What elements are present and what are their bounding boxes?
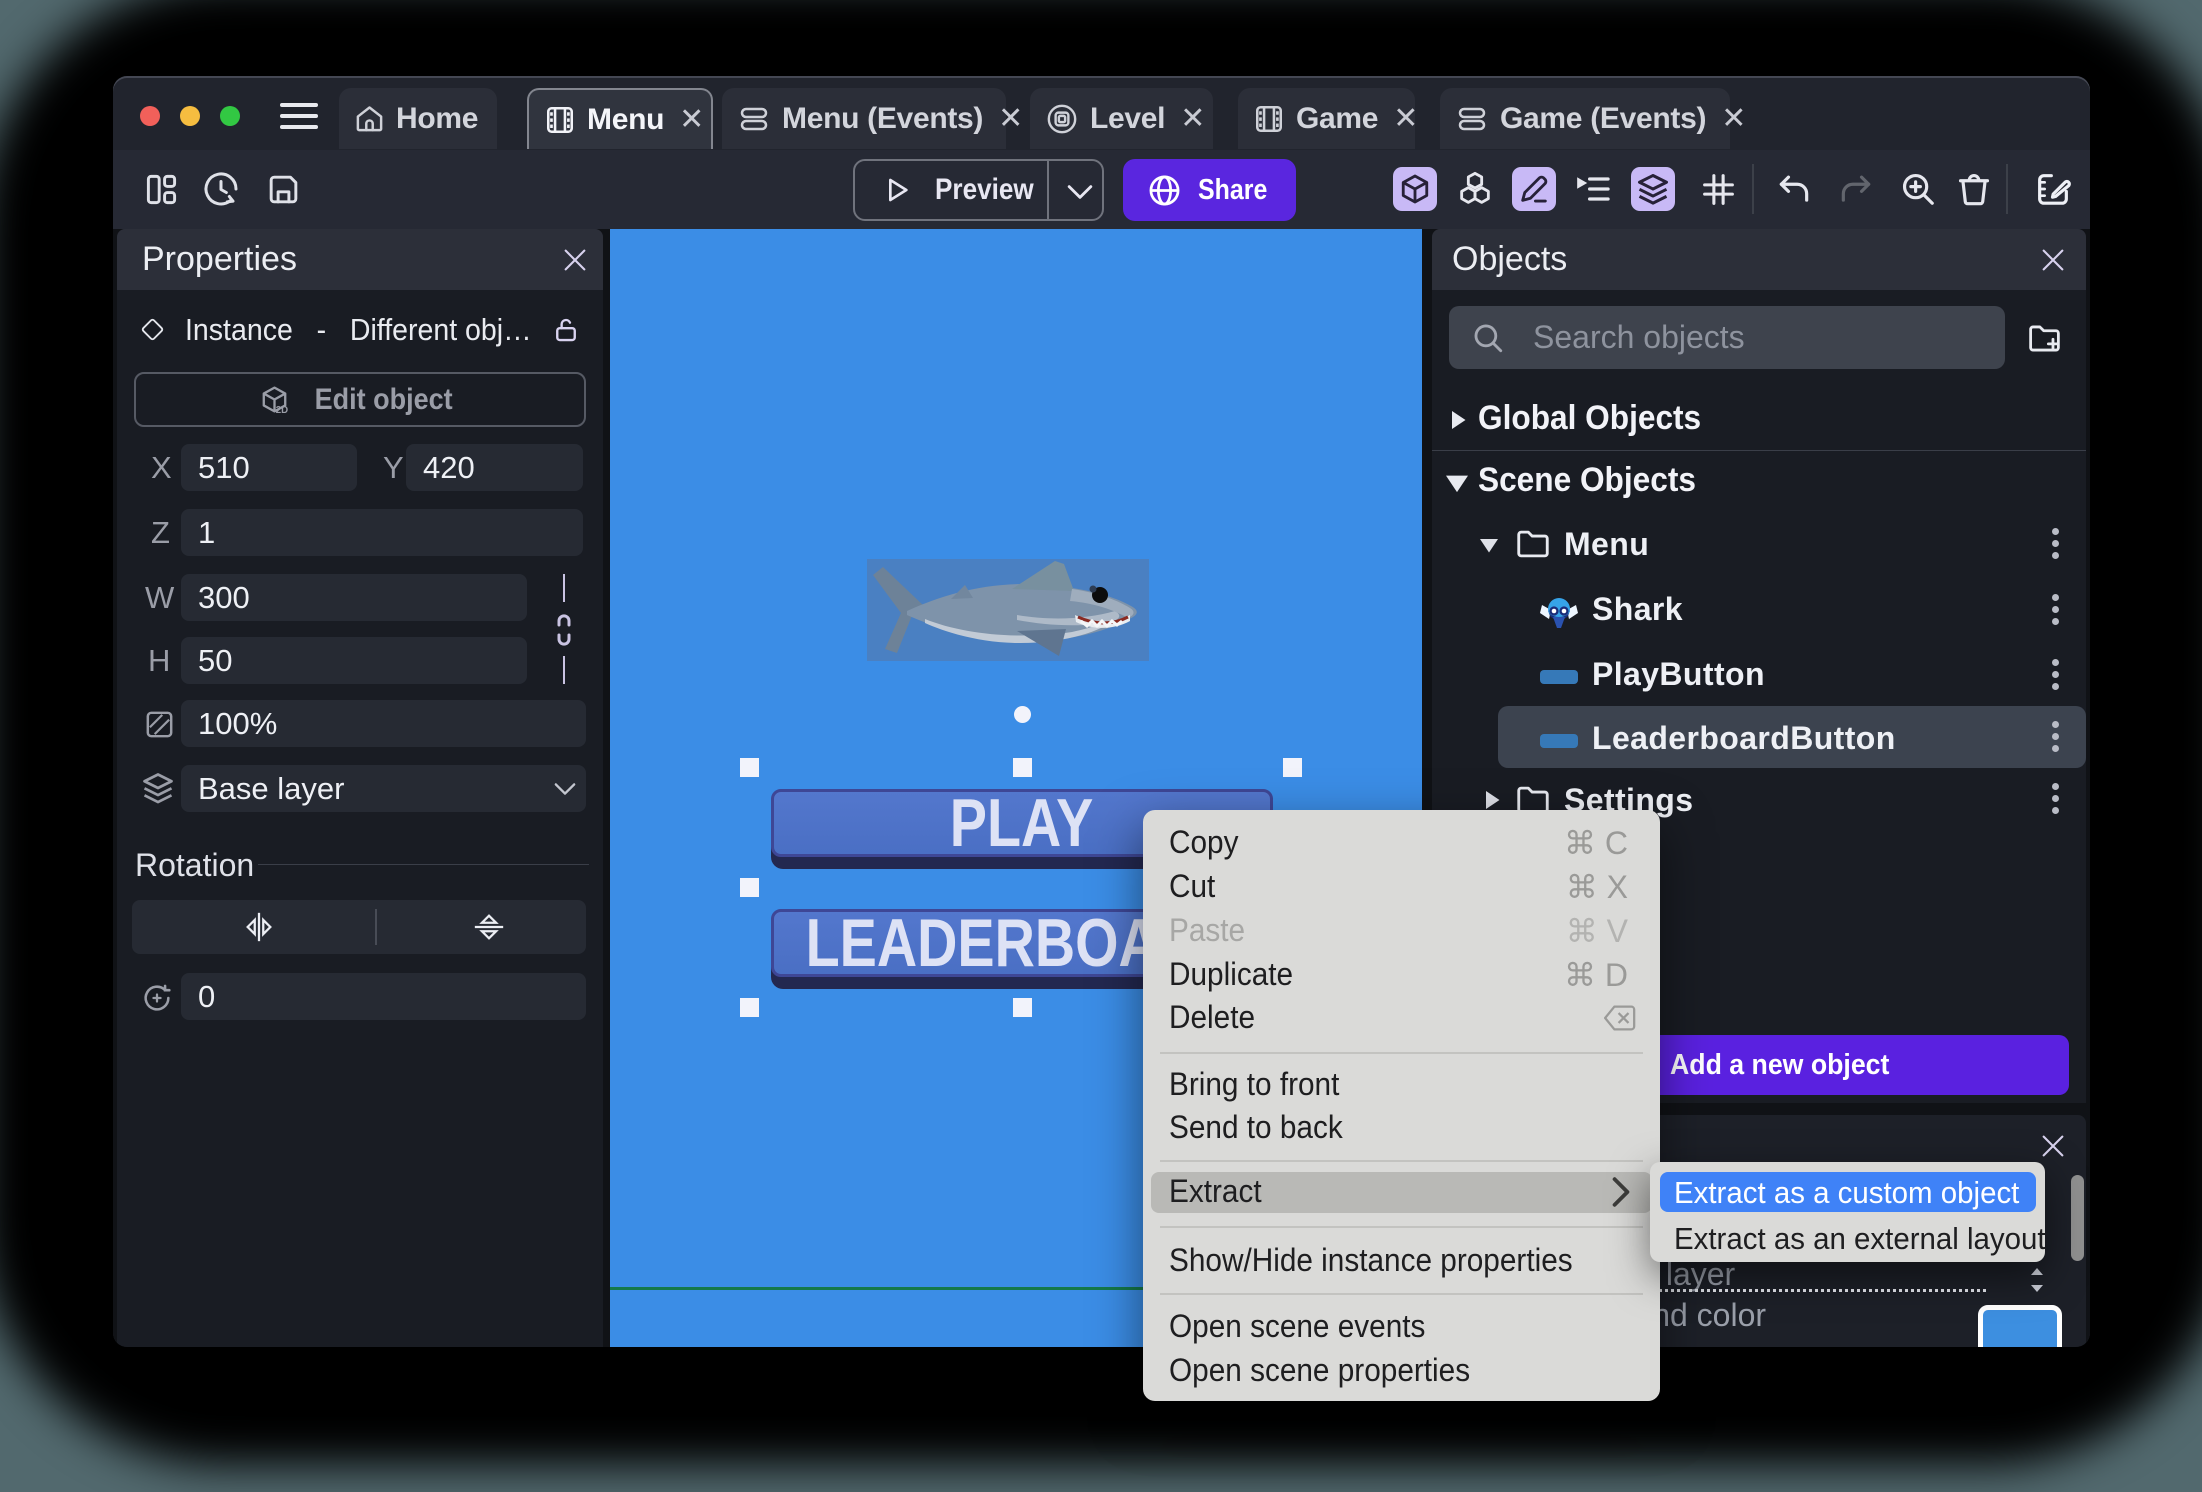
svg-text:2D: 2D (276, 405, 288, 415)
